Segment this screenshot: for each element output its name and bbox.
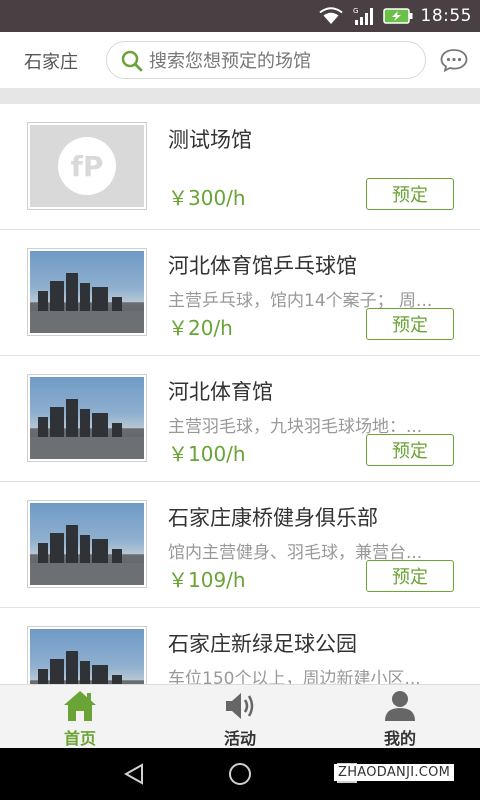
- tab-mine[interactable]: 我的: [320, 685, 480, 749]
- watermark: ZHAODANJI.COM: [334, 764, 455, 781]
- search-input[interactable]: [149, 46, 419, 76]
- venue-description: 车位150个以上，周边新建小区...: [168, 669, 421, 684]
- venue-price: ￥109/h: [168, 568, 246, 592]
- wifi-icon: [318, 7, 343, 25]
- venue-item[interactable]: 河北体育馆乒乓球馆 主营乒乓球，馆内14个案子； 周... ￥20/h 预定: [0, 230, 480, 356]
- venue-item[interactable]: 石家庄康桥健身俱乐部 馆内主营健身、羽毛球，兼营台... ￥109/h 预定: [0, 482, 480, 608]
- battery-charging-icon: [382, 8, 413, 24]
- venue-photo: [30, 377, 144, 459]
- venue-photo: [30, 503, 144, 585]
- system-nav-bar: ZHAODANJI.COM: [0, 748, 480, 800]
- tab-label: 活动: [223, 729, 256, 748]
- venue-name: 河北体育馆乒乓球馆: [168, 254, 357, 278]
- venue-price: ￥300/h: [168, 186, 246, 210]
- city-selector[interactable]: 石家庄: [24, 48, 78, 74]
- tab-home[interactable]: 首页: [0, 685, 160, 749]
- venue-name: 石家庄新绿足球公园: [168, 632, 357, 656]
- fp-logo-icon: fP: [58, 137, 116, 195]
- venue-photo: [30, 251, 144, 333]
- book-button[interactable]: 预定: [366, 560, 454, 592]
- book-button[interactable]: 预定: [366, 308, 454, 340]
- status-bar: G 18:55: [0, 0, 480, 32]
- venue-name: 河北体育馆: [168, 380, 273, 404]
- venue-item[interactable]: 河北体育馆 主营羽毛球，九块羽毛球场地：... ￥100/h 预定: [0, 356, 480, 482]
- signal-icon: G: [351, 6, 375, 26]
- search-box[interactable]: [106, 41, 426, 79]
- venue-thumbnail: [27, 248, 147, 336]
- venue-thumbnail: [27, 374, 147, 462]
- venue-thumbnail: [27, 626, 147, 684]
- placeholder-logo-image: fP: [30, 125, 144, 207]
- venue-photo: [30, 629, 144, 684]
- tab-label: 我的: [383, 729, 416, 748]
- venue-name: 测试场馆: [168, 128, 252, 152]
- home-icon: [62, 689, 98, 723]
- header-divider: [0, 88, 480, 104]
- venue-name: 石家庄康桥健身俱乐部: [168, 506, 378, 530]
- venue-thumbnail: [27, 500, 147, 588]
- tab-activities[interactable]: 活动: [160, 685, 320, 749]
- bottom-tab-bar: 首页 活动 我的: [0, 684, 480, 748]
- tab-label: 首页: [63, 729, 96, 748]
- message-icon[interactable]: [440, 48, 468, 76]
- book-button[interactable]: 预定: [366, 178, 454, 210]
- speaker-icon: [222, 689, 258, 723]
- venue-thumbnail: fP: [27, 122, 147, 210]
- back-icon[interactable]: [122, 762, 146, 790]
- status-time: 18:55: [420, 6, 472, 26]
- venue-item[interactable]: fP 测试场馆 ￥300/h 预定: [0, 104, 480, 230]
- svg-text:G: G: [353, 7, 358, 15]
- user-icon: [382, 689, 418, 723]
- venue-list[interactable]: fP 测试场馆 ￥300/h 预定 河北体育馆乒乓球馆 主营乒乓球，馆内14个案…: [0, 104, 480, 684]
- venue-price: ￥100/h: [168, 442, 246, 466]
- venue-price: ￥20/h: [168, 316, 233, 340]
- venue-item[interactable]: 石家庄新绿足球公园 车位150个以上，周边新建小区... 预定: [0, 608, 480, 684]
- book-button[interactable]: 预定: [366, 434, 454, 466]
- search-icon: [121, 50, 143, 76]
- home-circle-icon[interactable]: [228, 762, 252, 790]
- header: 石家庄: [0, 32, 480, 88]
